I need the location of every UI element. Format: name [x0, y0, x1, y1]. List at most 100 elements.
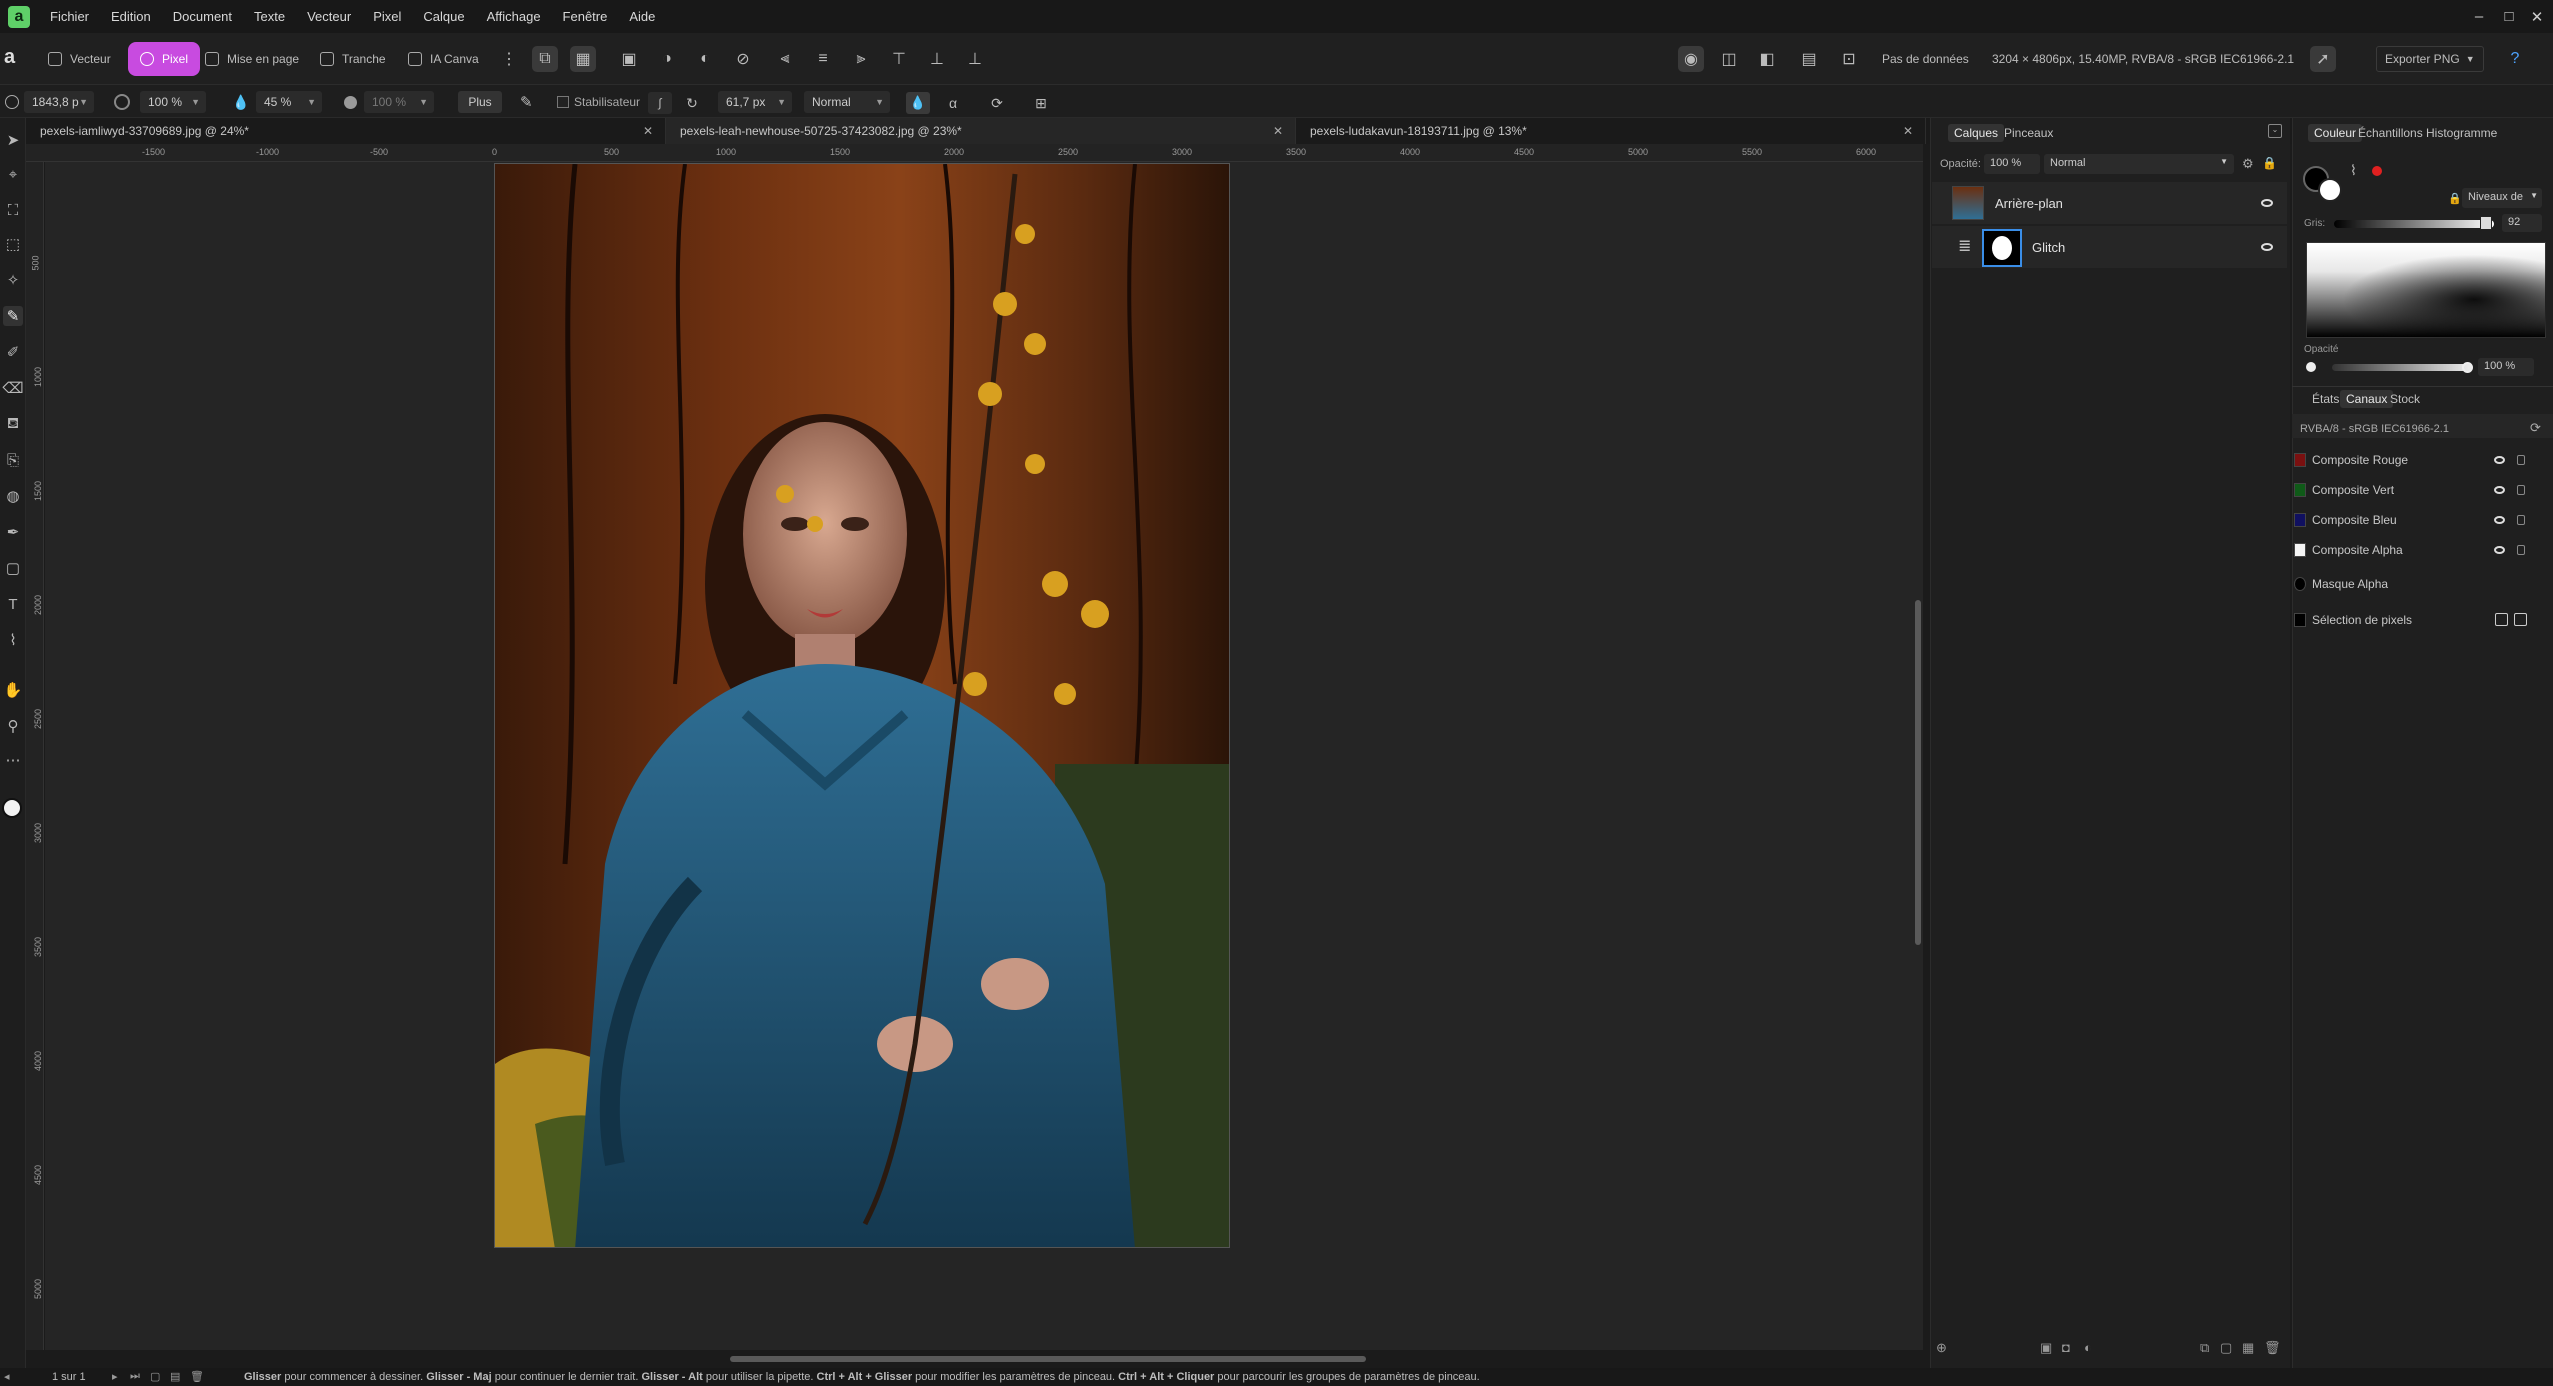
opacity-field[interactable]: 100 % ▼: [140, 91, 206, 113]
menu-affichage[interactable]: Affichage: [487, 9, 541, 24]
tab-brushes[interactable]: Pinceaux: [2004, 126, 2053, 140]
align-top-icon[interactable]: ⊤: [886, 46, 912, 72]
channel-alpha[interactable]: Composite Alpha: [2292, 536, 2553, 564]
menu-calque[interactable]: Calque: [423, 9, 464, 24]
play-icon[interactable]: ▸: [112, 1370, 118, 1383]
spread-icon[interactable]: ▤: [170, 1370, 180, 1383]
add-layer-icon[interactable]: ⊕: [1936, 1340, 1947, 1356]
close-icon[interactable]: ✕: [643, 124, 653, 138]
layer-row-background[interactable]: Arrière-plan: [1932, 182, 2287, 224]
tab-document-2[interactable]: pexels-leah-newhouse-50725-37423082.jpg …: [666, 118, 1296, 144]
fx-icon[interactable]: ▣: [2040, 1340, 2052, 1356]
selection-invert-icon[interactable]: [2514, 613, 2527, 626]
refresh-icon[interactable]: ⟳: [2530, 420, 2541, 436]
pixel-tool-icon[interactable]: ✐: [3, 342, 23, 362]
color-mode-select[interactable]: Niveaux de ▼: [2462, 188, 2542, 208]
filter-icon[interactable]: ◐: [692, 46, 718, 72]
node-tool-icon[interactable]: ⌖: [3, 164, 23, 184]
hand-tool-icon[interactable]: ✋: [3, 680, 23, 700]
marquee-tool-icon[interactable]: ⬚: [3, 234, 23, 254]
tab-histogram[interactable]: Histogramme: [2426, 126, 2497, 140]
rotate-icon[interactable]: ⟳: [986, 92, 1008, 114]
tab-layers[interactable]: Calques: [1948, 124, 2005, 142]
export-png-button[interactable]: Exporter PNG ▼: [2376, 46, 2484, 72]
erase-tool-icon[interactable]: ⌫: [2, 378, 23, 398]
mask-thumbnail[interactable]: [1982, 229, 2022, 267]
select-mode-icon[interactable]: ⧉: [532, 46, 558, 72]
trash-icon[interactable]: 🗑: [2264, 1340, 2281, 1356]
protect-alpha-icon[interactable]: α: [942, 92, 964, 114]
flow-field[interactable]: 45 % ▼: [256, 91, 322, 113]
wet-edges-icon[interactable]: 💧: [906, 92, 930, 114]
pen-tool-icon[interactable]: ✒: [3, 522, 23, 542]
menu-pixel[interactable]: Pixel: [373, 9, 401, 24]
affinity-menu-icon[interactable]: a: [4, 46, 26, 68]
lock-icon[interactable]: 🔒: [2448, 192, 2462, 205]
align-right-icon[interactable]: ⫸: [848, 46, 874, 72]
dodge-tool-icon[interactable]: ◍: [3, 486, 23, 506]
more-tools-icon[interactable]: ⋯: [3, 750, 23, 770]
eye-icon[interactable]: [2494, 546, 2505, 554]
paint-brush-tool-icon[interactable]: ✎: [3, 306, 23, 326]
tab-color[interactable]: Couleur: [2308, 124, 2363, 142]
flood-fill-icon[interactable]: ⛾: [3, 414, 23, 434]
channel-red[interactable]: Composite Rouge: [2292, 446, 2553, 474]
close-icon[interactable]: ✕: [1903, 124, 1913, 138]
tab-stock[interactable]: Stock: [2390, 392, 2420, 406]
hardness-field[interactable]: 100 % ▼: [364, 91, 434, 113]
primary-color-circle[interactable]: [2318, 178, 2342, 202]
gray-slider-handle[interactable]: [2480, 216, 2492, 230]
gray-slider[interactable]: [2334, 220, 2494, 228]
persona-slice-button[interactable]: Tranche: [320, 42, 386, 76]
brush-width-field[interactable]: 1843,8 p ▼: [24, 91, 94, 113]
gear-icon[interactable]: ⚙: [2242, 156, 2254, 172]
window-mode-icon[interactable]: ↻: [680, 92, 704, 114]
menu-aide[interactable]: Aide: [629, 9, 655, 24]
split-view-icon[interactable]: ◧: [1754, 46, 1780, 72]
brush-size-field[interactable]: 61,7 px ▼: [718, 91, 792, 113]
channel-alpha-mask[interactable]: Masque Alpha: [2292, 570, 2553, 598]
persona-ai-button[interactable]: IA Canva: [408, 42, 479, 76]
shape-tool-icon[interactable]: ▢: [3, 558, 23, 578]
layer-row-glitch[interactable]: ≣ Glitch: [1932, 226, 2287, 268]
close-window-button[interactable]: ✕: [2518, 0, 2553, 33]
selection-brush-icon[interactable]: ✧: [3, 270, 23, 290]
document-photo[interactable]: [494, 163, 1230, 1248]
menu-fenetre[interactable]: Fenêtre: [563, 9, 608, 24]
eye-icon[interactable]: [2494, 456, 2505, 464]
primary-color-swatch[interactable]: [2, 798, 22, 818]
stabilizer-checkbox[interactable]: [557, 96, 569, 108]
text-tool-icon[interactable]: T: [3, 594, 23, 614]
channel-green[interactable]: Composite Vert: [2292, 476, 2553, 504]
close-icon[interactable]: ✕: [1273, 124, 1283, 138]
eye-icon[interactable]: [2494, 516, 2505, 524]
adjustment-add-icon[interactable]: ◐: [2084, 1340, 2092, 1355]
channel-blue[interactable]: Composite Bleu: [2292, 506, 2553, 534]
menu-vecteur[interactable]: Vecteur: [307, 9, 351, 24]
grid-icon[interactable]: ▦: [570, 46, 596, 72]
zoom-tool-icon[interactable]: ⚲: [3, 716, 23, 736]
lock-icon[interactable]: [2517, 455, 2525, 465]
opacity-slider[interactable]: [2332, 364, 2472, 371]
more-button[interactable]: Plus: [458, 91, 502, 113]
tab-document-3[interactable]: pexels-ludakavun-18193711.jpg @ 13%* ✕: [1296, 118, 1926, 144]
view-mode-icon[interactable]: ◫: [1716, 46, 1742, 72]
assistant-icon[interactable]: ⊡: [1836, 46, 1862, 72]
brush-settings-icon[interactable]: ✎: [520, 93, 533, 111]
lock-icon[interactable]: 🔒: [2262, 156, 2277, 170]
vertical-scrollbar[interactable]: [1915, 600, 1921, 945]
align-center-icon[interactable]: ≡: [810, 46, 836, 72]
eyedropper-tool-icon[interactable]: ⌇: [3, 630, 23, 650]
clone-tool-icon[interactable]: ⎘: [3, 450, 23, 470]
help-icon[interactable]: ?: [2502, 46, 2528, 72]
gray-value-field[interactable]: 92: [2502, 214, 2542, 232]
persona-layout-button[interactable]: Mise en page: [205, 42, 299, 76]
menu-document[interactable]: Document: [173, 9, 232, 24]
align-left-icon[interactable]: ⫷: [772, 46, 798, 72]
persona-switch-icon[interactable]: ➚: [2310, 46, 2336, 72]
eye-icon[interactable]: [2261, 199, 2273, 207]
group-icon[interactable]: ⧉: [2200, 1340, 2209, 1356]
pixel-layer-icon[interactable]: ▦: [2242, 1340, 2254, 1356]
layer-blend-select[interactable]: Normal ▼: [2044, 154, 2234, 174]
opacity-slider-handle[interactable]: [2462, 362, 2473, 373]
